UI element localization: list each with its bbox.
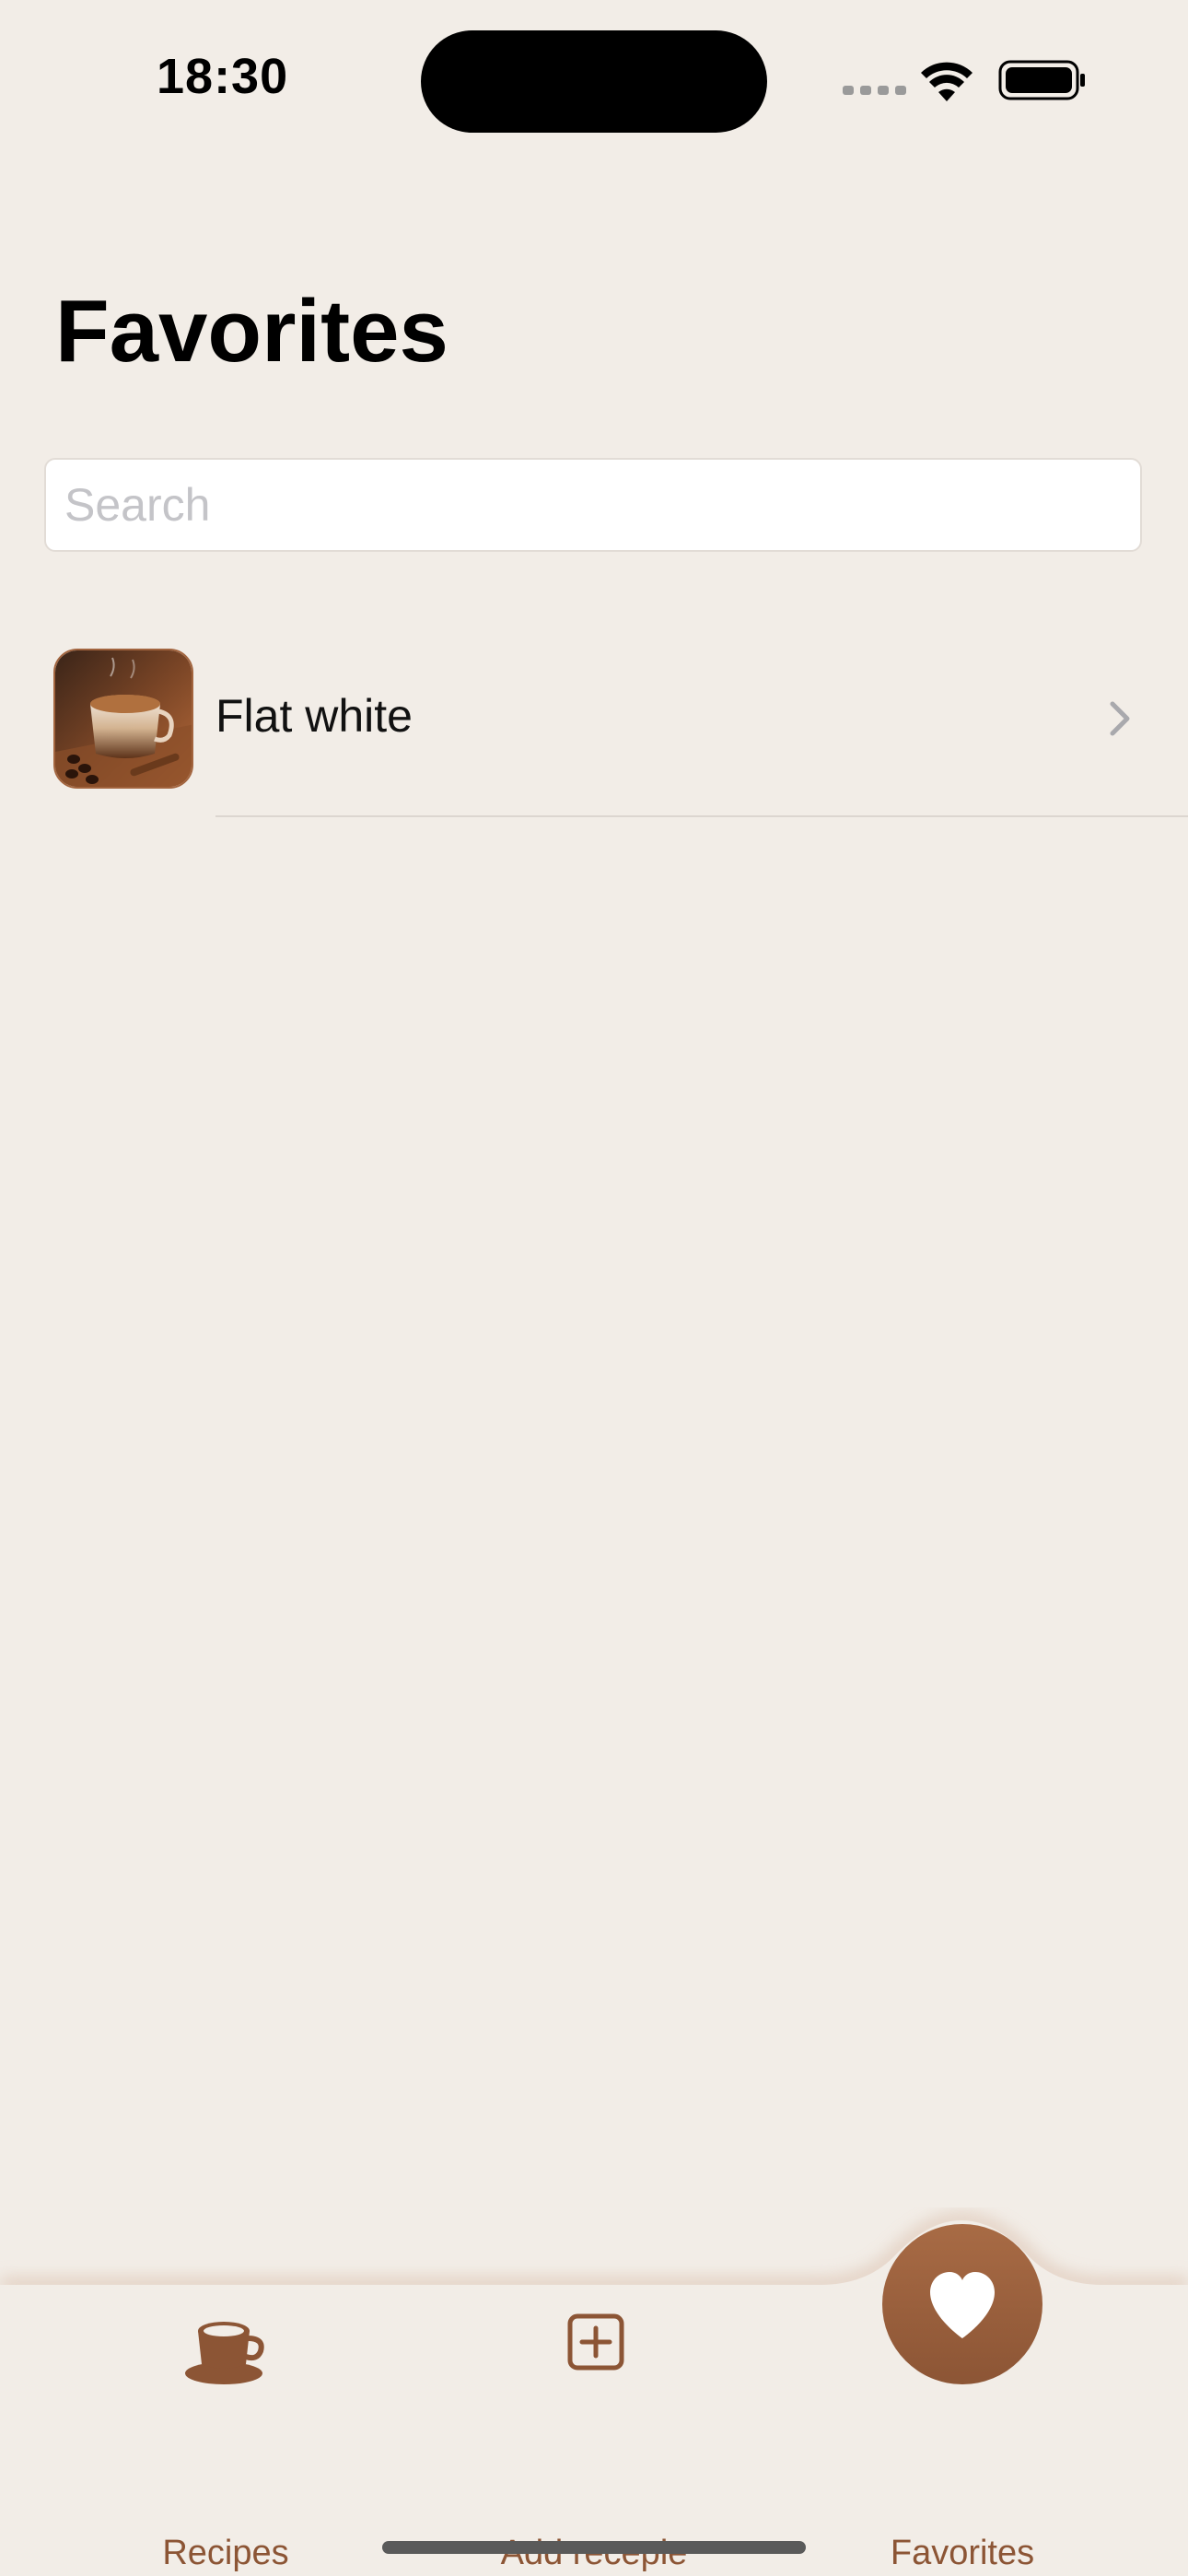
home-indicator (382, 2541, 806, 2554)
status-icons (840, 55, 1089, 111)
cellular-signal-icon (843, 86, 906, 95)
plus-square-icon (567, 2313, 624, 2371)
page-title: Favorites (55, 282, 448, 381)
recipe-thumbnail (53, 649, 193, 789)
battery-icon (998, 60, 1085, 100)
status-time: 18:30 (157, 49, 289, 104)
tab-add-recepie[interactable]: Add recepie (419, 2313, 769, 2572)
tab-recipes[interactable]: Recipes (51, 2313, 401, 2572)
search-input[interactable] (44, 458, 1142, 552)
wifi-icon (921, 62, 973, 101)
list-separator (215, 815, 1188, 817)
coffee-cup-icon (185, 2322, 264, 2384)
dynamic-island (421, 30, 767, 133)
selected-tab-circle (882, 2224, 1042, 2384)
tab-label: Favorites (890, 2534, 1035, 2572)
tab-label: Recipes (162, 2534, 289, 2572)
list-item[interactable]: Flat white (0, 636, 1188, 817)
tab-favorites[interactable]: Favorites (787, 2224, 1137, 2572)
list-item-label: Flat white (215, 690, 413, 742)
chevron-right-icon (1110, 701, 1130, 736)
status-bar: 18:30 (0, 0, 1188, 157)
tab-bar: Recipes Add recepie Favorites (0, 2193, 1188, 2576)
